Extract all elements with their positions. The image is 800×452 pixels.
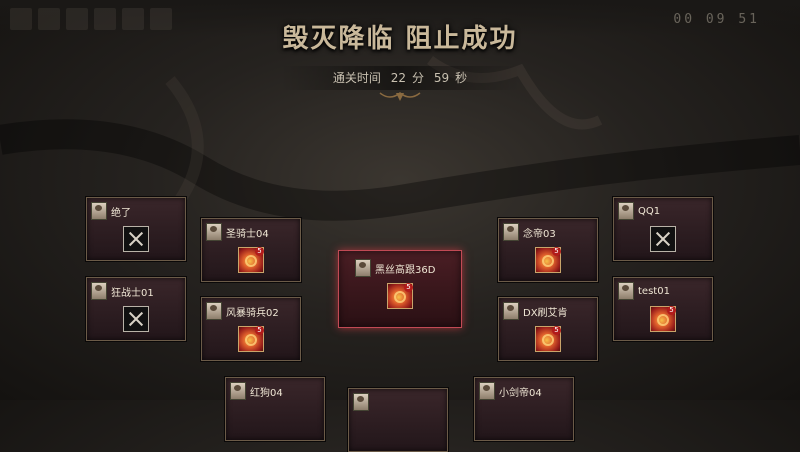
player-card[interactable]: 小剑帝04	[474, 377, 574, 441]
player-card[interactable]: 念帝03 5	[498, 218, 598, 282]
item-badge: 5	[552, 326, 561, 335]
clear-time-label: 通关时间	[332, 71, 381, 85]
player-card[interactable]: 风暴骑兵02 5	[201, 297, 301, 361]
avatar	[206, 223, 222, 241]
item-badge: 5	[404, 283, 413, 292]
avatar	[91, 202, 107, 220]
avatar	[355, 259, 371, 277]
player-name: 圣骑士04	[226, 228, 269, 240]
player-card[interactable]	[348, 388, 448, 452]
clear-time-seconds: 59	[433, 71, 450, 85]
avatar	[353, 393, 369, 411]
player-name: 小剑帝04	[499, 387, 542, 399]
avatar	[479, 382, 495, 400]
avatar	[618, 202, 634, 220]
empty-slot-icon	[123, 226, 149, 252]
player-name: 狂战士01	[111, 287, 154, 299]
avatar	[91, 282, 107, 300]
empty-slot-icon	[650, 226, 676, 252]
player-card[interactable]: 狂战士01	[86, 277, 186, 341]
item-badge: 5	[255, 247, 264, 256]
player-card[interactable]: 绝了	[86, 197, 186, 261]
avatar	[230, 382, 246, 400]
player-card[interactable]: test01 5	[613, 277, 713, 341]
player-card[interactable]: 红狗04	[225, 377, 325, 441]
avatar	[503, 302, 519, 320]
player-name: test01	[638, 285, 670, 297]
item-badge: 5	[255, 326, 264, 335]
reward-item-icon[interactable]: 5	[238, 326, 264, 352]
player-name: QQ1	[638, 205, 661, 217]
player-name: 绝了	[111, 207, 131, 219]
reward-item-icon[interactable]: 5	[535, 326, 561, 352]
player-name: 黑丝高跟36D	[375, 264, 436, 276]
avatar	[503, 223, 519, 241]
player-name: 红狗04	[250, 387, 283, 399]
player-name: 念帝03	[523, 228, 556, 240]
reward-item-icon[interactable]: 5	[387, 283, 413, 309]
avatar	[206, 302, 222, 320]
player-name: 风暴骑兵02	[226, 307, 279, 319]
minute-unit: 分	[411, 71, 424, 85]
item-badge: 5	[667, 306, 676, 315]
reward-item-icon[interactable]: 5	[535, 247, 561, 273]
ornament-icon	[379, 92, 421, 101]
empty-slot-icon	[123, 306, 149, 332]
player-card[interactable]: QQ1	[613, 197, 713, 261]
clear-time: 通关时间 22 分 59 秒	[280, 66, 520, 90]
player-card-self[interactable]: 黑丝高跟36D 5	[338, 250, 462, 328]
second-unit: 秒	[455, 71, 468, 85]
player-card[interactable]: DX刷艾肯 5	[498, 297, 598, 361]
result-title: 毁灭降临 阻止成功	[282, 24, 518, 54]
clear-time-minutes: 22	[390, 71, 406, 85]
reward-item-icon[interactable]: 5	[650, 306, 676, 332]
reward-item-icon[interactable]: 5	[238, 247, 264, 273]
item-badge: 5	[552, 247, 561, 256]
player-card[interactable]: 圣骑士04 5	[201, 218, 301, 282]
player-name: DX刷艾肯	[523, 307, 568, 319]
avatar	[618, 282, 634, 300]
